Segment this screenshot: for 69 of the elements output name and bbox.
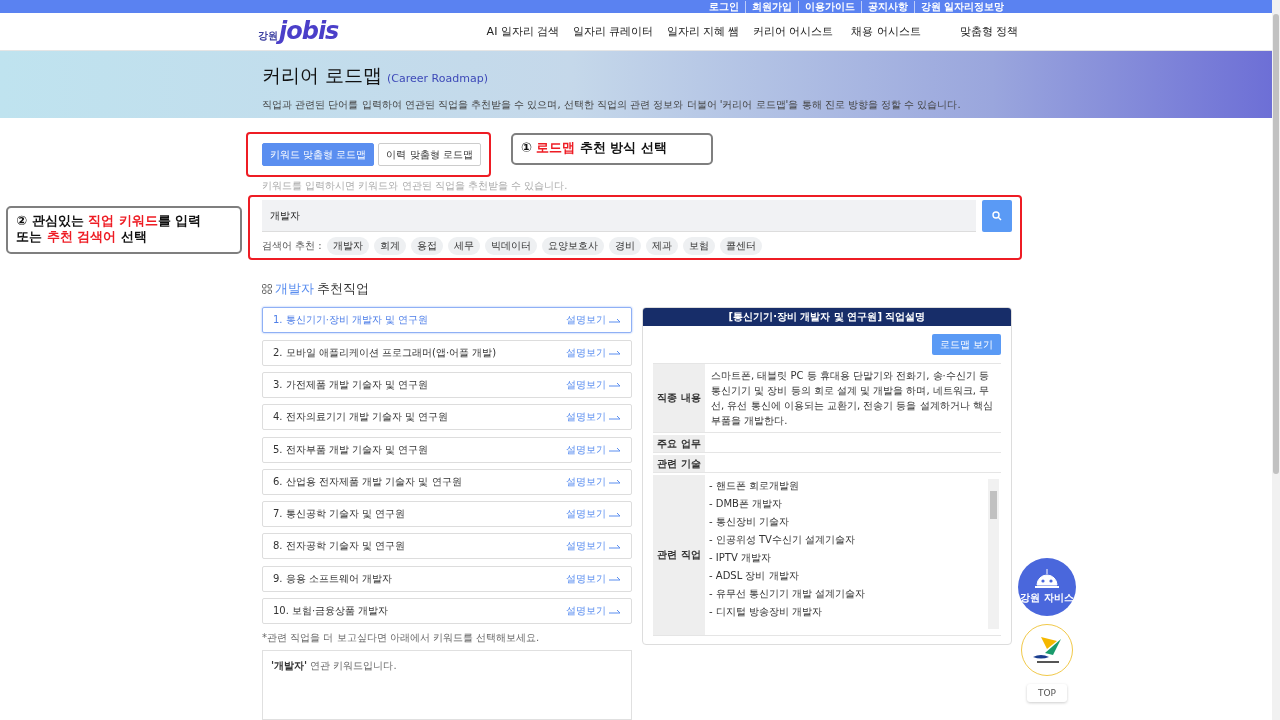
grid-icon — [262, 284, 272, 295]
job-item[interactable]: 9. 응용 소프트웨어 개발자 설명보기 — [262, 565, 632, 592]
keyword-chip[interactable]: 보험 — [682, 237, 715, 256]
top-link[interactable]: 강원 일자리정보망 — [913, 0, 1010, 13]
panel-title: [통신기기·장비 개발자 및 연구원] 직업설명 — [643, 308, 1011, 327]
related-job: - 통신장비 기술자 — [709, 515, 790, 530]
job-item[interactable]: 2. 모바일 애플리케이션 프로그래머(앱·어플 개발) 설명보기 — [262, 339, 632, 366]
related-job: - 핸드폰 회로개발원 — [709, 479, 800, 494]
related-job: - 인공위성 TV수신기 설계기술자 — [709, 533, 857, 548]
keyword-chip[interactable]: 개발자 — [326, 237, 369, 256]
nav-item[interactable]: 일자리 큐레이터 — [568, 23, 658, 39]
hint-text: 키워드를 입력하시면 키워드와 연관된 직업을 추천받을 수 있습니다. — [262, 180, 569, 193]
note-text: *관련 직업을 더 보고싶다면 아래에서 키워드를 선택해보세요. — [262, 631, 541, 645]
chatbot-button[interactable]: 강원 자비스 — [1018, 558, 1076, 616]
page-subtitle: (Career Roadmap) — [387, 71, 488, 85]
keyword-chip[interactable]: 용접 — [410, 237, 443, 256]
roadmap-tab[interactable]: 이력 맞춤형 로드맵 — [378, 143, 481, 167]
flag-logo-icon — [1031, 635, 1063, 665]
annotation-callout: ② 관심있는 직업 키워드를 입력 또는 추천 검색어 선택 — [6, 206, 242, 255]
related-job: - ADSL 장비 개발자 — [709, 569, 800, 584]
related-job: - DMB폰 개발자 — [709, 497, 784, 512]
row-label: 관련 기술 — [653, 455, 705, 473]
job-item[interactable]: 5. 전자부품 개발 기술자 및 연구원 설명보기 — [262, 436, 632, 463]
site-logo[interactable]: 강원jobis — [258, 17, 458, 46]
keyword-chip[interactable]: 콜센터 — [719, 237, 762, 256]
keyword-chip[interactable]: 경비 — [608, 237, 641, 256]
job-item[interactable]: 6. 산업용 전자제품 개발 기술자 및 연구원 설명보기 — [262, 468, 632, 495]
job-item[interactable]: 4. 전자의료기기 개발 기술자 및 연구원 설명보기 — [262, 404, 632, 431]
organization-logo[interactable] — [1021, 624, 1073, 676]
top-link[interactable]: 공지사항 — [860, 0, 914, 13]
nav-item[interactable]: AI 일자리 검색 — [478, 23, 568, 39]
related-job: - IPTV 개발자 — [709, 551, 772, 566]
job-item[interactable]: 3. 가전제품 개발 기술자 및 연구원 설명보기 — [262, 371, 632, 398]
row-value: 스마트폰, 태블릿 PC 등 휴대용 단말기와 전화기, 송·수신기 등 통신기기 및 장비 등의 회로 설계 및 개발을 하며, 네트워크, 무선, 유선 통신에 이용되는 교환기, 전송기 등을 설계하거나 핵심부품을 개발한다. — [710, 369, 994, 429]
related-keyword-text: '개발자' 연관 키워드입니다. — [271, 659, 398, 673]
section-title: 추천직업 — [317, 280, 369, 299]
keyword-chip[interactable]: 요양보호사 — [541, 237, 604, 256]
page-scrollbar[interactable] — [1272, 0, 1280, 720]
scrollbar[interactable] — [988, 479, 999, 630]
related-job: - 유무선 통신기기 개발 설계기술자 — [709, 587, 867, 602]
page-title: 커리어 로드맵 — [262, 62, 383, 88]
row-label: 직종 내용 — [653, 364, 705, 433]
robot-icon — [1035, 569, 1059, 589]
keyword-chip[interactable]: 제과 — [645, 237, 678, 256]
row-label: 관련 직업 — [653, 475, 705, 636]
nav-item[interactable]: 일자리 지혜 쌤 — [658, 23, 748, 39]
section-keyword: 개발자 — [275, 280, 314, 299]
job-item[interactable]: 7. 통신공학 기술자 및 연구원 설명보기 — [262, 501, 632, 528]
search-field[interactable]: 개발자 — [262, 200, 976, 233]
job-item[interactable]: 1. 통신기기·장비 개발자 및 연구원 설명보기 — [262, 307, 632, 334]
nav-item[interactable]: 커리어 어시스트 — [748, 23, 838, 39]
page-description: 직업과 관련된 단어를 입력하여 연관된 직업을 추천받을 수 있으며, 선택한 직업의 관련 정보와 더불어 '커리어 로드맵'을 통해 진로 방향을 정할 수 있습니다. — [262, 97, 962, 112]
top-link[interactable]: 로그인 — [702, 0, 745, 13]
keyword-chip[interactable]: 빅데이터 — [484, 237, 537, 256]
keyword-chip[interactable]: 세무 — [447, 237, 480, 256]
related-job: - 디지털 방송장비 개발자 — [709, 605, 824, 620]
top-button[interactable]: TOP — [1027, 684, 1067, 702]
keyword-chip[interactable]: 회계 — [373, 237, 406, 256]
job-item[interactable]: 8. 전자공학 기술자 및 연구원 설명보기 — [262, 533, 632, 560]
nav-item[interactable]: 맞춤형 정책 — [934, 23, 1044, 39]
job-item[interactable]: 10. 보험·금융상품 개발자 설명보기 — [262, 598, 632, 624]
row-label: 주요 업무 — [653, 435, 705, 453]
search-button[interactable] — [982, 200, 1012, 233]
annotation-callout: ① 로드맵 추천 방식 선택 — [510, 133, 713, 166]
top-link[interactable]: 이용가이드 — [797, 0, 861, 13]
suggest-label: 검색어 추천 : — [262, 239, 322, 254]
top-link[interactable]: 회원가입 — [744, 0, 798, 13]
nav-item[interactable]: 채용 어시스트 — [838, 23, 934, 39]
search-icon — [992, 211, 1002, 222]
